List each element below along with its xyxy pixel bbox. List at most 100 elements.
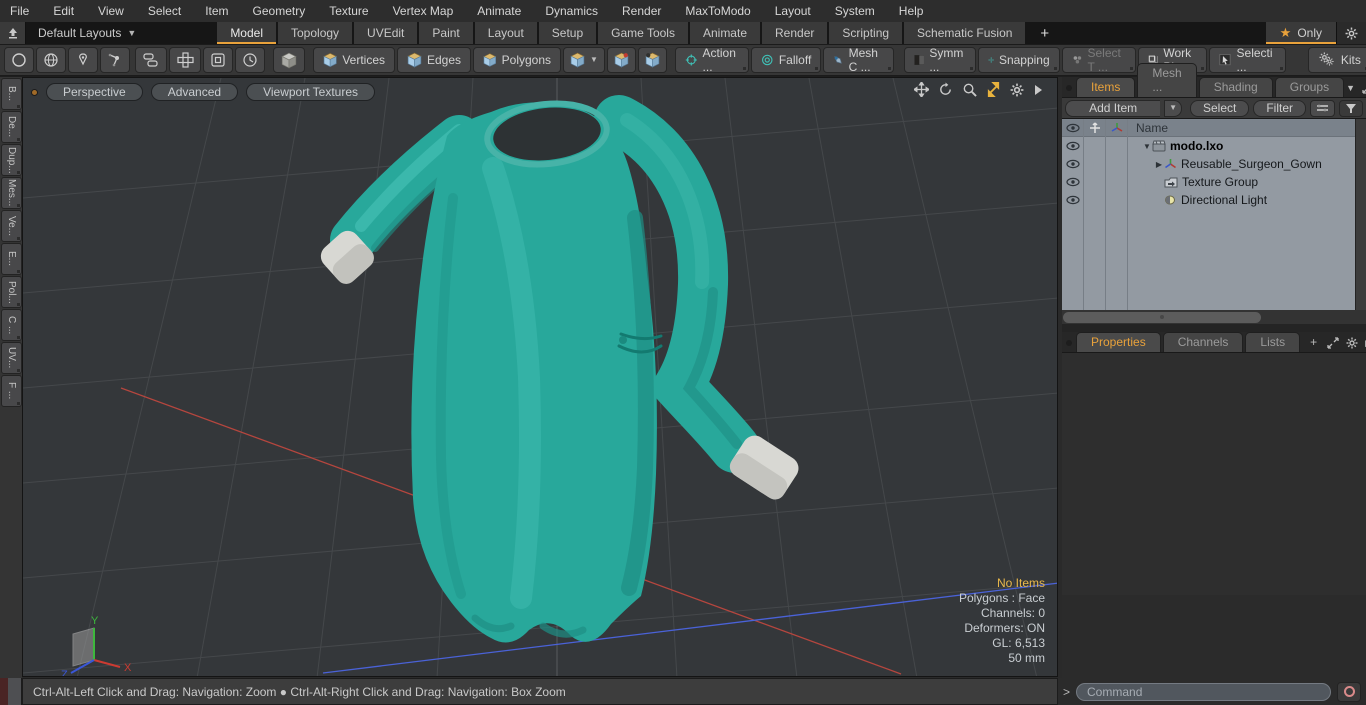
visibility-toggle-gown[interactable] (1062, 155, 1083, 173)
item-mode-button[interactable] (273, 47, 305, 73)
maximize-icon[interactable] (986, 82, 1001, 97)
layout-preset-dropdown[interactable]: Default Layouts ▼ (26, 22, 148, 44)
vertices-mode-button[interactable]: Vertices (313, 47, 395, 73)
viewport-settings-gear-icon[interactable] (1010, 82, 1024, 97)
toolbox-tab-duplicate[interactable]: Dup... (1, 144, 22, 176)
viewport-menu-dot[interactable] (31, 88, 38, 96)
name-column-header[interactable]: Name (1128, 119, 1366, 137)
mesh-constraint-button[interactable]: Mesh C ... (823, 46, 894, 74)
tree-row-directional-light[interactable]: Directional Light (1128, 191, 1366, 209)
command-input[interactable] (1076, 682, 1331, 701)
menu-select[interactable]: Select (148, 4, 181, 18)
filter-funnel-button[interactable] (1339, 99, 1363, 117)
lift-layout-button[interactable] (0, 22, 26, 44)
filter-button[interactable]: Filter (1253, 99, 1306, 117)
pan-icon[interactable] (914, 82, 929, 97)
tab-animate[interactable]: Animate (688, 22, 761, 44)
menu-animate[interactable]: Animate (477, 4, 521, 18)
bend-tool-button[interactable] (100, 47, 130, 73)
set-selection-button[interactable] (606, 47, 636, 73)
duplicate-tool-button[interactable] (135, 47, 167, 73)
menu-help[interactable]: Help (899, 4, 924, 18)
tab-topology[interactable]: Topology (277, 22, 354, 44)
selection-sets-button[interactable]: Selecti ... (1208, 46, 1286, 74)
viewport-projection-button[interactable]: Perspective (46, 83, 143, 101)
tab-uvedit[interactable]: UVEdit (353, 22, 419, 44)
select-button[interactable]: Select (1189, 99, 1250, 117)
tab-layout[interactable]: Layout (473, 22, 538, 44)
toolbox-tab-fusion[interactable]: F ... (1, 375, 22, 407)
item-list-vertical-scrollbar[interactable] (1355, 119, 1366, 310)
tab-render[interactable]: Render (761, 22, 829, 44)
paste-selection-button[interactable] (637, 47, 667, 73)
viewport-3d[interactable]: Y X Z Perspective Advanced Viewport Text… (22, 77, 1058, 677)
kits-button[interactable]: Kits (1307, 47, 1366, 73)
menu-maxtomodo[interactable]: MaxToModo (685, 4, 750, 18)
viewport-flyout-icon[interactable] (1033, 84, 1043, 96)
toolbox-tab-curves[interactable]: C ... (1, 309, 22, 341)
favorites-only-button[interactable]: ★ Only (1265, 22, 1337, 44)
visibility-toggle-scene[interactable] (1062, 137, 1083, 155)
menu-geometry[interactable]: Geometry (253, 4, 306, 18)
tab-model[interactable]: Model (216, 22, 277, 44)
tree-row-scene[interactable]: ▼ modo.lxo (1128, 137, 1366, 155)
tab-schematic-fusion[interactable]: Schematic Fusion (903, 22, 1027, 44)
viewport-shading-button[interactable]: Advanced (150, 83, 239, 101)
toolbox-tab-uv[interactable]: UV... (1, 342, 22, 374)
menu-item[interactable]: Item (205, 4, 228, 18)
select-through-button[interactable]: Select T ... (1061, 46, 1137, 74)
scrollbar-thumb[interactable] (1063, 311, 1261, 323)
toolbox-tab-vertex[interactable]: Ve... (1, 210, 22, 242)
tab-lists[interactable]: Lists (1245, 332, 1301, 352)
tree-row-gown[interactable]: ▶ Reusable_Surgeon_Gown (1128, 155, 1366, 173)
panel-settings-gear-icon[interactable] (1346, 337, 1359, 349)
expand-triangle-icon[interactable]: ▶ (1154, 160, 1164, 169)
menu-file[interactable]: File (10, 4, 29, 18)
snapping-button[interactable]: Snapping (977, 47, 1060, 73)
tab-setup[interactable]: Setup (537, 22, 598, 44)
menu-texture[interactable]: Texture (329, 4, 368, 18)
tab-game-tools[interactable]: Game Tools (597, 22, 689, 44)
tab-shading[interactable]: Shading (1198, 77, 1273, 97)
background-constraint-button[interactable] (203, 47, 233, 73)
tab-scripting[interactable]: Scripting (828, 22, 904, 44)
unwrap-tool-button[interactable] (169, 47, 201, 73)
menu-edit[interactable]: Edit (53, 4, 74, 18)
rotate-icon[interactable] (938, 82, 953, 97)
toolbox-tab-mesh[interactable]: Mes... (1, 177, 22, 209)
tab-groups[interactable]: Groups (1274, 77, 1345, 97)
polygons-mode-button[interactable]: Polygons (473, 47, 562, 73)
sphere-tool-button[interactable] (36, 47, 66, 73)
visibility-toggle-texture-group[interactable] (1062, 173, 1083, 191)
item-list-horizontal-scrollbar[interactable] (1062, 310, 1366, 324)
list-options-button[interactable] (1310, 99, 1335, 117)
toolbox-tab-polygon[interactable]: Pol... (1, 276, 22, 308)
expand-panel-icon[interactable] (1362, 82, 1366, 94)
menu-vertex-map[interactable]: Vertex Map (393, 4, 454, 18)
menu-view[interactable]: View (98, 4, 124, 18)
viewport-textures-button[interactable]: Viewport Textures (246, 83, 376, 101)
add-item-button[interactable]: Add Item (1065, 99, 1161, 117)
tab-paint[interactable]: Paint (418, 22, 474, 44)
falloff-button[interactable]: Falloff (751, 47, 822, 73)
toolbox-tab-edge[interactable]: E... (1, 243, 22, 275)
layout-settings-button[interactable] (1336, 22, 1366, 44)
action-center-button[interactable]: Action ... (674, 46, 750, 74)
history-tool-button[interactable] (235, 47, 265, 73)
toolbox-tab-deform[interactable]: De... (1, 111, 22, 143)
pen-tool-button[interactable] (68, 47, 98, 73)
add-item-dropdown[interactable]: ▼ (1164, 99, 1182, 117)
panel-thumb-dot[interactable] (1066, 85, 1072, 91)
tab-channels[interactable]: Channels (1162, 332, 1244, 352)
zoom-icon[interactable] (962, 82, 977, 97)
ellipse-tool-button[interactable] (4, 47, 34, 73)
symmetry-button[interactable]: Symm ... (903, 46, 976, 74)
more-tabs-icon[interactable]: ▼ (1346, 83, 1355, 93)
menu-layout[interactable]: Layout (775, 4, 811, 18)
tab-mesh-ops[interactable]: Mesh ... (1137, 63, 1197, 97)
menu-system[interactable]: System (835, 4, 875, 18)
edges-mode-button[interactable]: Edges (397, 47, 472, 73)
tab-properties[interactable]: Properties (1076, 332, 1161, 352)
add-panel-tab-button[interactable]: + (1302, 333, 1325, 352)
tab-items[interactable]: Items (1076, 77, 1136, 97)
